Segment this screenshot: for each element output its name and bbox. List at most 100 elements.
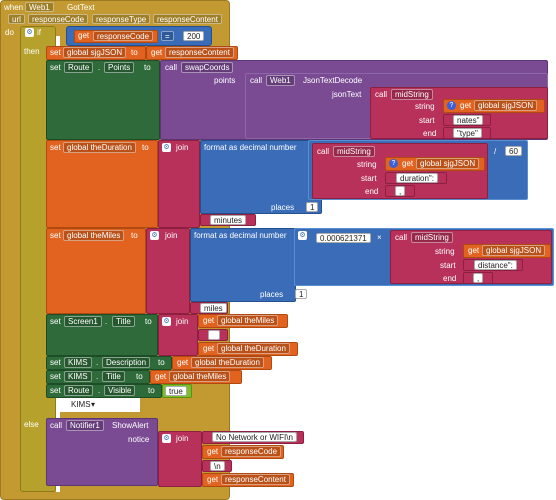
set-theDuration-block[interactable]	[46, 140, 158, 228]
text-literal-field[interactable]: \n	[210, 461, 225, 471]
get-var-dropdown[interactable]: global sjgJSON	[474, 100, 538, 111]
to-label: to	[148, 386, 155, 395]
get-label: get	[402, 159, 414, 168]
warning-question-icon[interactable]: ?	[389, 159, 398, 168]
factor-field[interactable]: 0.000621371	[316, 233, 371, 243]
get-label: get	[207, 475, 219, 484]
get-var-dropdown[interactable]: responseContent	[165, 47, 234, 58]
kims-dropdown-arrow[interactable]: ▾	[91, 400, 95, 410]
format-label: format as decimal number	[204, 143, 297, 152]
to-label: to	[158, 358, 165, 367]
set-route-points-block[interactable]	[46, 60, 160, 140]
start-label: start	[419, 116, 435, 125]
get-label: get	[151, 48, 163, 57]
text-literal-field[interactable]: nates"	[453, 115, 484, 125]
get-var-dropdown[interactable]: global theMiles	[169, 371, 231, 382]
get-var-dropdown[interactable]: global theMiles	[217, 315, 279, 326]
component-dropdown[interactable]: Web1	[266, 75, 295, 86]
jsonText-label: jsonText	[332, 90, 362, 99]
set-var-dropdown[interactable]: global theMiles	[63, 230, 125, 241]
method-label: ShowAlert	[112, 421, 149, 430]
param-responseContent[interactable]: responseContent	[153, 14, 222, 24]
divide-operator: /	[494, 147, 497, 156]
text-literal-field[interactable]: "type"	[453, 128, 482, 138]
set-label: set	[50, 317, 61, 326]
method-dropdown[interactable]: midString	[391, 89, 433, 100]
join-label: join	[176, 317, 189, 326]
get-label: get	[203, 344, 215, 353]
to-label: to	[131, 48, 138, 57]
get-var-dropdown[interactable]: responseCode	[93, 31, 154, 41]
end-label: end	[365, 187, 379, 196]
boolean-dropdown[interactable]: true	[165, 386, 187, 396]
format-label: format as decimal number	[194, 231, 287, 240]
text-literal-field[interactable]: ,	[473, 273, 484, 283]
procedure-dropdown[interactable]: swapCoords	[181, 62, 234, 73]
join-mutator-gear-icon[interactable]: ⚙	[162, 143, 171, 152]
join-mutator-gear-icon[interactable]: ⚙	[150, 231, 159, 240]
kims-label: KIMS	[71, 400, 91, 409]
start-label: start	[361, 174, 377, 183]
component-dropdown[interactable]: Screen1	[64, 316, 102, 327]
text-literal-field[interactable]: distance":	[474, 260, 517, 270]
join-label: join	[165, 231, 178, 240]
dot-label: .	[105, 317, 108, 326]
method-dropdown[interactable]: midString	[333, 146, 375, 157]
param-responseCode[interactable]: responseCode	[28, 14, 89, 24]
component-dropdown[interactable]: Route	[64, 385, 94, 396]
get-var-dropdown[interactable]: global theDuration	[191, 357, 264, 368]
get-var-dropdown[interactable]: global sjgJSON	[416, 158, 480, 169]
text-literal-field[interactable]: duration":	[396, 173, 438, 183]
text-literal-field[interactable]: ,	[395, 186, 406, 196]
if-mutator-gear-icon[interactable]: ⚙	[25, 28, 34, 37]
set-label: set	[50, 63, 61, 72]
times-operator: ×	[377, 233, 382, 242]
notice-label: notice	[128, 435, 150, 444]
join-mutator-gear-icon[interactable]: ⚙	[162, 317, 171, 326]
places-field[interactable]: 1	[306, 202, 319, 212]
param-url[interactable]: url	[8, 14, 25, 24]
component-dropdown[interactable]: KIMS	[64, 371, 92, 382]
property-dropdown[interactable]: Points	[104, 62, 135, 73]
event-component-dropdown[interactable]: Web1	[25, 2, 54, 12]
set-var-dropdown[interactable]: global theDuration	[63, 142, 136, 153]
property-dropdown[interactable]: Title	[112, 316, 135, 327]
get-label: get	[203, 316, 215, 325]
property-dropdown[interactable]: Visible	[104, 385, 136, 396]
places-field[interactable]: 1	[295, 289, 308, 299]
component-dropdown[interactable]: Route	[64, 62, 94, 73]
property-dropdown[interactable]: Title	[102, 371, 125, 382]
set-screen1-title-block[interactable]	[46, 314, 158, 356]
warning-question-icon[interactable]: ?	[447, 101, 456, 110]
property-dropdown[interactable]: Description	[102, 357, 151, 368]
get-var-dropdown[interactable]: global theDuration	[217, 343, 290, 354]
text-literal-field[interactable]	[208, 330, 220, 340]
compare-value-field[interactable]: 200	[183, 31, 205, 41]
set-label: set	[50, 231, 61, 240]
get-var-dropdown[interactable]: responseCode	[221, 446, 282, 457]
dot-label: .	[96, 358, 99, 367]
set-label: set	[50, 386, 61, 395]
set-label: set	[50, 358, 61, 367]
method-dropdown[interactable]: midString	[411, 232, 453, 243]
text-literal-field[interactable]: minutes	[210, 215, 247, 225]
component-dropdown[interactable]: KIMS	[64, 357, 92, 368]
join-mutator-gear-icon[interactable]: ⚙	[162, 434, 171, 443]
multiply-mutator-gear-icon[interactable]: ⚙	[298, 231, 307, 240]
get-label: get	[460, 101, 472, 110]
divisor-field[interactable]: 60	[505, 146, 522, 156]
get-label: get	[155, 372, 167, 381]
text-literal-field[interactable]: No Network or WIFI\n	[212, 432, 297, 442]
end-label: end	[423, 129, 437, 138]
compare-operator-dropdown[interactable]: =	[161, 31, 174, 41]
component-dropdown[interactable]: Notifier1	[66, 420, 104, 431]
set-var-dropdown[interactable]: global sjgJSON	[63, 47, 127, 58]
join-block[interactable]	[158, 140, 200, 228]
get-var-dropdown[interactable]: responseContent	[221, 474, 290, 485]
dot-label: .	[98, 63, 101, 72]
text-literal-field[interactable]: miles	[200, 303, 227, 313]
points-label: points	[214, 76, 236, 85]
get-label: get	[468, 246, 480, 255]
param-responseType[interactable]: responseType	[92, 14, 151, 24]
get-var-dropdown[interactable]: global sjgJSON	[482, 245, 546, 256]
